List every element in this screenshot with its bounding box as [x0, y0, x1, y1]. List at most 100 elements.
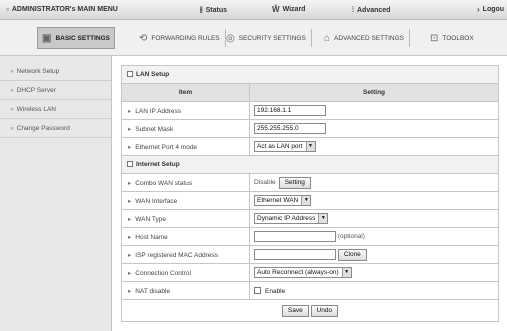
row-arrow-icon: ▸ — [128, 107, 132, 115]
advanced-icon: ⫶ — [352, 5, 354, 14]
chevron-down-icon: ▼ — [305, 142, 315, 151]
wizard-icon: Ŵ — [272, 5, 280, 14]
mac-address-input[interactable] — [254, 249, 336, 260]
port4-mode-value: Act as LAN port — [257, 143, 303, 150]
row-arrow-icon: ▸ — [128, 179, 132, 187]
port4-mode-label: Ethernet Port 4 mode — [135, 143, 198, 151]
section-square-icon — [127, 161, 133, 167]
subnet-mask-label: Subnet Mask — [135, 125, 174, 133]
advanced-icon: ⌂ — [324, 32, 331, 44]
row-arrow-icon: ▸ — [128, 197, 132, 205]
sidebar-item-wireless-lan[interactable]: » Wireless LAN — [0, 100, 111, 119]
table-row: ▸ Host Name (optional) — [121, 227, 499, 246]
row-arrow-icon: ▸ — [128, 143, 132, 151]
combo-wan-status-label: Combo WAN status — [135, 179, 193, 187]
nat-disable-label: NAT disable — [135, 287, 171, 295]
table-row: ▸ Subnet Mask 255.255.255.0 — [121, 119, 499, 138]
connection-control-select[interactable]: Auto Reconnect (always-on) ▼ — [254, 267, 352, 278]
tab-label: ADVANCED SETTINGS — [334, 34, 404, 42]
security-icon: ◎ — [226, 32, 235, 44]
sidebar-item-network-setup[interactable]: » Network Setup — [0, 62, 111, 81]
sidebar: » Network Setup » DHCP Server » Wireless LA… — [0, 56, 112, 331]
main-menu-label: ADMINISTRATOR's MAIN MENU — [11, 6, 118, 13]
bullet-icon: » — [10, 106, 14, 113]
port4-mode-select[interactable]: Act as LAN port ▼ — [254, 141, 316, 152]
status-icon: ⫲ — [200, 5, 203, 14]
tab-label: SECURITY SETTINGS — [238, 34, 306, 42]
advanced-link[interactable]: ⫶ Advanced — [352, 5, 390, 15]
tab-advanced-settings[interactable]: ⌂ ADVANCED SETTINGS — [320, 27, 410, 49]
row-arrow-icon: ▸ — [128, 215, 132, 223]
wizard-label: Wizard — [282, 6, 306, 13]
table-row: ▸ WAN Type Dynamic IP Address ▼ — [121, 209, 499, 228]
chevron-down-icon: ▼ — [341, 268, 351, 277]
table-row: ▸ WAN Interface Ethernet WAN ▼ — [121, 191, 499, 210]
sidebar-item-label: Wireless LAN — [16, 106, 56, 113]
sidebar-item-label: Change Password — [16, 125, 70, 132]
table-row: ▸ ISP registered MAC Address Clone — [121, 245, 499, 264]
clone-button[interactable]: Clone — [337, 248, 367, 261]
host-name-input[interactable] — [254, 231, 336, 242]
logout-label: Logou — [482, 6, 505, 13]
table-row: ▸ NAT disable Enable — [121, 281, 499, 300]
bullet-icon: » — [10, 125, 14, 132]
toolbox-icon: ⊡ — [430, 32, 439, 44]
internet-setup-title: Internet Setup — [136, 161, 180, 168]
lan-ip-label: LAN IP Address — [135, 107, 182, 115]
lan-ip-input[interactable]: 192.168.1.1 — [254, 105, 326, 116]
table-column-header: Item Setting — [121, 83, 499, 102]
lan-setup-header: LAN Setup — [121, 65, 499, 84]
sidebar-item-dhcp-server[interactable]: » DHCP Server — [0, 81, 111, 100]
section-square-icon — [127, 71, 133, 77]
connection-control-label: Connection Control — [135, 269, 191, 277]
col-item-header: Item — [121, 83, 250, 102]
tab-toolbox[interactable]: ⊡ TOOLBOX — [426, 27, 478, 49]
save-button[interactable]: Save — [281, 304, 309, 317]
host-name-hint: (optional) — [337, 233, 365, 241]
sidebar-item-change-password[interactable]: » Change Password — [0, 119, 111, 138]
wizard-link[interactable]: Ŵ Wizard — [272, 5, 305, 14]
nat-enable-label: Enable — [265, 287, 286, 295]
host-name-label: Host Name — [135, 233, 168, 241]
tab-forwarding-rules[interactable]: ⟲ FORWARDING RULES — [135, 27, 226, 49]
top-menu-bar: ▫ ADMINISTRATOR's MAIN MENU ⫲ Status Ŵ W… — [0, 0, 507, 20]
wan-interface-select[interactable]: Ethernet WAN ▼ — [254, 195, 312, 206]
tab-basic-settings[interactable]: ▣ BASIC SETTINGS — [37, 27, 115, 49]
internet-setup-header: Internet Setup — [121, 155, 499, 174]
chevron-down-icon: ▼ — [318, 214, 328, 223]
action-row: Save Undo — [121, 299, 499, 322]
bullet-icon: » — [10, 87, 14, 94]
table-row: ▸ Combo WAN status Disable Setting — [121, 173, 499, 192]
menu-square-icon: ▫ — [6, 5, 9, 14]
advanced-label: Advanced — [357, 6, 391, 14]
setting-button[interactable]: Setting — [278, 176, 311, 189]
table-row: ▸ Ethernet Port 4 mode Act as LAN port ▼ — [121, 137, 499, 156]
lan-setup-title: LAN Setup — [136, 71, 170, 78]
col-setting-header: Setting — [249, 83, 499, 102]
settings-panel: LAN Setup Item Setting ▸ LAN IP Address 1… — [121, 65, 499, 322]
settings-table: LAN Setup Item Setting ▸ LAN IP Address 1… — [121, 65, 499, 322]
sidebar-item-label: Network Setup — [16, 68, 60, 75]
bullet-icon: » — [10, 68, 14, 75]
status-link[interactable]: ⫲ Status — [200, 5, 227, 15]
main-menu-link[interactable]: ▫ ADMINISTRATOR's MAIN MENU — [6, 5, 118, 14]
tab-security-settings[interactable]: ◎ SECURITY SETTINGS — [222, 27, 312, 49]
table-row: ▸ LAN IP Address 192.168.1.1 — [121, 101, 499, 120]
row-arrow-icon: ▸ — [128, 287, 132, 295]
chevron-down-icon: ▼ — [301, 196, 311, 205]
subnet-mask-input[interactable]: 255.255.255.0 — [254, 123, 326, 134]
wan-interface-label: WAN Interface — [135, 197, 178, 205]
settings-icon: ▣ — [42, 32, 52, 44]
forwarding-icon: ⟲ — [139, 32, 148, 44]
mac-address-label: ISP registered MAC Address — [135, 251, 218, 259]
tab-label: TOOLBOX — [442, 34, 474, 42]
connection-control-value: Auto Reconnect (always-on) — [257, 269, 339, 276]
wan-type-value: Dynamic IP Address — [257, 215, 316, 222]
row-arrow-icon: ▸ — [128, 269, 132, 277]
nat-enable-checkbox[interactable] — [254, 286, 261, 294]
wan-type-select[interactable]: Dynamic IP Address ▼ — [254, 213, 329, 224]
logout-link[interactable]: › Logou — [477, 5, 504, 14]
row-arrow-icon: ▸ — [128, 251, 132, 259]
undo-button[interactable]: Undo — [310, 304, 339, 317]
main-tabs: ▣ BASIC SETTINGS ⟲ FORWARDING RULES ◎ SE… — [0, 20, 507, 56]
